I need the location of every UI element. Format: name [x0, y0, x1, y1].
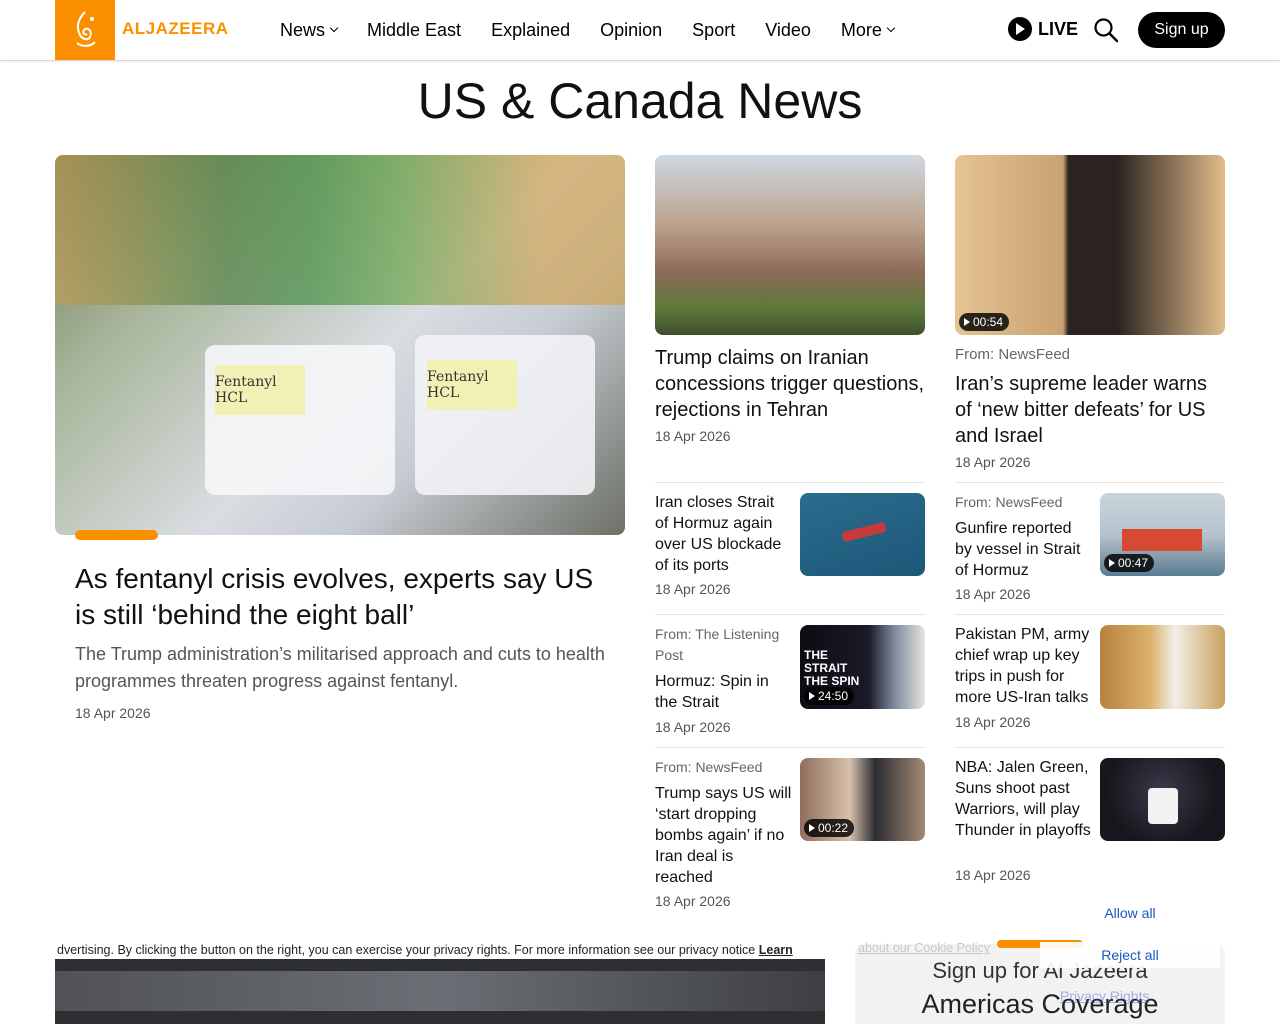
article-date: 18 Apr 2026 — [955, 454, 1031, 470]
article-date: 18 Apr 2026 — [955, 714, 1031, 730]
source-label: From: NewsFeed — [955, 494, 1063, 510]
image-detail — [55, 971, 825, 1011]
video-thumbnail[interactable]: THE STRAIT THE SPIN 24:50 — [800, 625, 925, 709]
article-headline[interactable]: Iran’s supreme leader warns of ‘new bitt… — [955, 371, 1220, 449]
allow-all-button[interactable]: Allow all — [1040, 900, 1220, 926]
feature-summary: The Trump administration’s militarised a… — [75, 644, 605, 691]
feature-headline[interactable]: As fentanyl crisis evolves, experts say … — [75, 561, 615, 633]
article-date: 18 Apr 2026 — [955, 867, 1031, 883]
nav-sport[interactable]: Sport — [692, 20, 735, 41]
play-icon — [964, 318, 970, 326]
video-duration-badge: 00:47 — [1104, 554, 1155, 572]
video-thumbnail[interactable]: 00:47 — [1100, 493, 1225, 576]
nav-opinion[interactable]: Opinion — [600, 20, 662, 41]
learn-more-link[interactable]: Learn — [759, 943, 793, 957]
page-title: US & Canada News — [417, 73, 863, 129]
play-icon — [1008, 17, 1032, 41]
chevron-down-icon — [329, 23, 339, 33]
source-label: From: NewsFeed — [955, 346, 1071, 363]
image-label: Fentanyl HCL — [427, 360, 517, 410]
article-date: 18 Apr 2026 — [655, 581, 731, 597]
nav-more[interactable]: More — [841, 20, 896, 41]
feature-image[interactable]: Fentanyl HCL Fentanyl HCL — [55, 155, 625, 535]
play-icon — [809, 824, 815, 832]
play-icon — [1109, 559, 1115, 567]
privacy-rights-link[interactable]: Privacy Rights — [1060, 988, 1149, 1004]
nav-video[interactable]: Video — [765, 20, 811, 41]
feature-accent-bar — [75, 530, 158, 540]
article-date: 18 Apr 2026 — [955, 586, 1031, 602]
main-nav: News Middle East Explained Opinion Sport… — [280, 0, 896, 60]
video-thumbnail[interactable]: 00:22 — [800, 758, 925, 841]
nav-news[interactable]: News — [280, 20, 339, 41]
image-detail — [1148, 788, 1178, 824]
source-label: From: The Listening Post — [655, 626, 780, 663]
chevron-down-icon — [886, 23, 896, 33]
site-header: ALJAZEERA News Middle East Explained Opi… — [0, 0, 1280, 61]
image-detail — [55, 155, 625, 305]
article-image[interactable] — [1100, 758, 1225, 841]
divider — [655, 747, 925, 748]
article-date: 18 Apr 2026 — [655, 893, 731, 909]
article-headline[interactable]: Gunfire reported by vessel in Strait of … — [955, 518, 1090, 581]
article-headline[interactable]: Pakistan PM, army chief wrap up key trip… — [955, 624, 1095, 708]
consent-text: dvertising. By clicking the button on th… — [57, 943, 756, 957]
article-headline[interactable]: Iran closes Strait of Hormuz again over … — [655, 492, 790, 576]
video-duration-badge: 00:22 — [804, 819, 855, 837]
video-duration-badge: 00:54 — [959, 313, 1010, 331]
divider — [655, 614, 925, 615]
play-icon — [809, 692, 815, 700]
search-icon[interactable] — [1093, 17, 1119, 43]
article-image[interactable] — [800, 493, 925, 576]
divider — [955, 747, 1225, 748]
article-headline[interactable]: Trump says US will ‘start dropping bombs… — [655, 783, 793, 888]
video-thumbnail[interactable]: 00:54 — [955, 155, 1225, 335]
newsletter-subtitle: Americas Coverage — [921, 989, 1159, 1019]
divider — [655, 482, 925, 483]
video-duration-badge: 24:50 — [804, 687, 855, 705]
article-image[interactable] — [1100, 625, 1225, 709]
image-label: Fentanyl HCL — [215, 365, 305, 415]
article-image[interactable] — [655, 155, 925, 335]
live-label: LIVE — [1038, 18, 1079, 39]
divider — [955, 614, 1225, 615]
article-headline[interactable]: Trump claims on Iranian concessions trig… — [655, 345, 930, 423]
divider — [955, 482, 1225, 483]
cookie-policy-link[interactable]: about our Cookie Policy — [858, 941, 990, 955]
image-detail — [415, 335, 595, 495]
article-headline[interactable]: NBA: Jalen Green, Suns shoot past Warrio… — [955, 757, 1095, 841]
live-link[interactable]: LIVE — [1008, 17, 1078, 41]
nav-explained[interactable]: Explained — [491, 20, 570, 41]
sign-up-button[interactable]: Sign up — [1138, 12, 1225, 48]
image-detail — [841, 521, 887, 543]
article-headline[interactable]: Hormuz: Spin in the Strait — [655, 671, 790, 713]
reject-all-button[interactable]: Reject all — [1040, 942, 1220, 968]
thumbnail-text: THE STRAIT THE SPIN — [804, 648, 860, 688]
article-date: 18 Apr 2026 — [655, 719, 731, 735]
image-detail — [1122, 529, 1202, 551]
aljazeera-logo-icon[interactable] — [55, 0, 115, 60]
source-label: From: NewsFeed — [655, 759, 763, 775]
cookie-consent-bar: dvertising. By clicking the button on th… — [55, 941, 825, 959]
nav-middle-east[interactable]: Middle East — [367, 20, 461, 41]
feature-date: 18 Apr 2026 — [75, 705, 151, 721]
logo-wordmark[interactable]: ALJAZEERA — [122, 19, 229, 39]
article-date: 18 Apr 2026 — [655, 428, 731, 444]
